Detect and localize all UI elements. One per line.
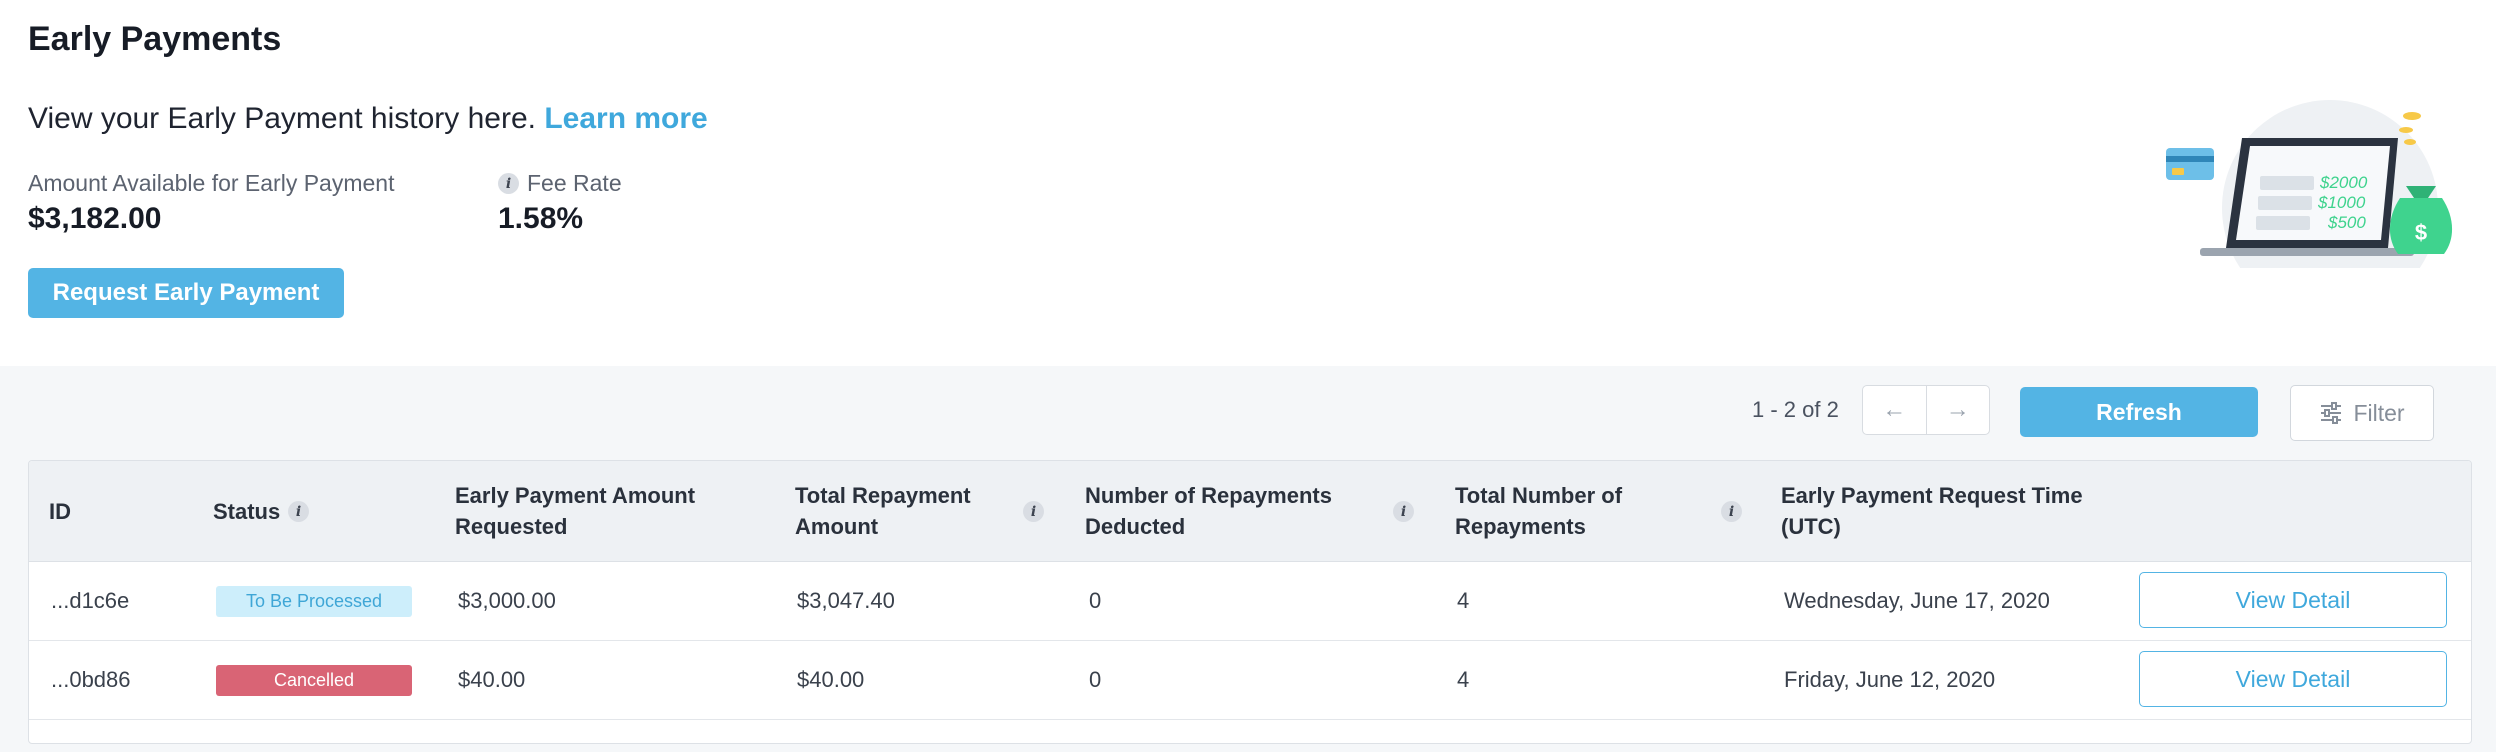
fee-rate-info-icon[interactable]: i (498, 173, 519, 194)
laptop-base-icon (2200, 248, 2414, 256)
fee-rate-label-text: Fee Rate (527, 170, 622, 196)
learn-more-link[interactable]: Learn more (544, 102, 707, 135)
row-request-time: Friday, June 12, 2020 (1784, 667, 1996, 692)
table-row: ...0bd86 Cancelled $40.00 $40.00 0 4 Fri… (29, 641, 2471, 720)
column-header-total-repayments: Total Number of Repayments (1455, 483, 1623, 539)
column-header-request-time: Early Payment Request Time (UTC) (1781, 483, 2083, 539)
status-info-icon[interactable]: i (288, 501, 309, 522)
next-page-button[interactable]: → (1925, 386, 1990, 434)
view-detail-button[interactable]: View Detail (2139, 651, 2447, 707)
early-payments-table: ID Status i Early Payment Amount Request… (28, 460, 2472, 744)
summary-section: Early Payments View your Early Payment h… (0, 0, 2496, 366)
total-repayment-info-icon[interactable]: i (1023, 501, 1044, 522)
arrow-left-icon: ← (1882, 396, 1907, 423)
coin-icon (2403, 112, 2421, 120)
filter-button[interactable]: Filter (2290, 385, 2434, 441)
column-header-repayments-deducted: Number of Repayments Deducted (1085, 483, 1332, 539)
status-badge: Cancelled (216, 664, 412, 696)
row-total-repayment: $40.00 (797, 667, 865, 692)
intro-label: View your Early Payment history here. (28, 102, 545, 135)
request-early-payment-button[interactable]: Request Early Payment (28, 268, 344, 318)
pagination-summary: 1 - 2 of 2 (1752, 397, 1839, 422)
row-amount-requested: $3,000.00 (458, 588, 556, 613)
credit-card-icon (2166, 148, 2214, 180)
row-id: ...0bd86 (51, 667, 131, 692)
laptop-money-illustration-icon: $2000 $1000 $500 $ (2166, 100, 2453, 268)
history-section: 1 - 2 of 2 ← → Refresh Filter ID Status … (0, 366, 2496, 752)
row-repayments-deducted: 0 (1089, 667, 1102, 692)
row-repayments-deducted: 0 (1089, 588, 1102, 613)
available-amount-label: Amount Available for Early Payment (28, 170, 394, 197)
view-detail-button[interactable]: View Detail (2139, 572, 2447, 628)
fee-rate-value: 1.58% (498, 202, 584, 235)
status-badge: To Be Processed (216, 585, 412, 617)
intro-text: View your Early Payment history here. Le… (28, 102, 708, 136)
money-bag-symbol: $ (2415, 220, 2427, 245)
row-amount-requested: $40.00 (458, 667, 526, 692)
table-row: ...d1c6e To Be Processed $3,000.00 $3,04… (29, 562, 2471, 641)
table-header: ID Status i Early Payment Amount Request… (29, 461, 2471, 562)
pagination-controls: ← → (1862, 385, 1990, 435)
row-id: ...d1c6e (51, 588, 130, 613)
row-status: To Be Processed (216, 562, 412, 640)
previous-page-button[interactable]: ← (1863, 386, 1926, 434)
row-total-repayments: 4 (1457, 667, 1470, 692)
sliders-icon (2321, 402, 2342, 424)
fee-rate-label: i Fee Rate (498, 170, 622, 197)
filter-label: Filter (2353, 399, 2405, 426)
row-status: Cancelled (216, 641, 412, 719)
illustration-amount-3: $500 (2327, 213, 2366, 232)
repayments-deducted-info-icon[interactable]: i (1393, 501, 1414, 522)
illustration-amount-2: $1000 (2317, 193, 2366, 212)
available-amount-label-text: Amount Available for Early Payment (28, 170, 395, 196)
row-request-time: Wednesday, June 17, 2020 (1784, 588, 2050, 613)
column-header-id: ID (49, 498, 71, 524)
refresh-button[interactable]: Refresh (2020, 387, 2258, 437)
illustration-amount-1: $2000 (2319, 173, 2368, 192)
row-total-repayment: $3,047.40 (797, 588, 895, 613)
available-amount-value: $3,182.00 (28, 202, 162, 235)
total-repayments-info-icon[interactable]: i (1721, 501, 1742, 522)
row-total-repayments: 4 (1457, 588, 1470, 613)
column-header-total-repayment: Total Repayment Amount (795, 483, 971, 539)
page-title: Early Payments (28, 20, 282, 58)
arrow-right-icon: → (1945, 396, 1970, 423)
column-header-amount-requested: Early Payment Amount Requested (455, 483, 696, 539)
